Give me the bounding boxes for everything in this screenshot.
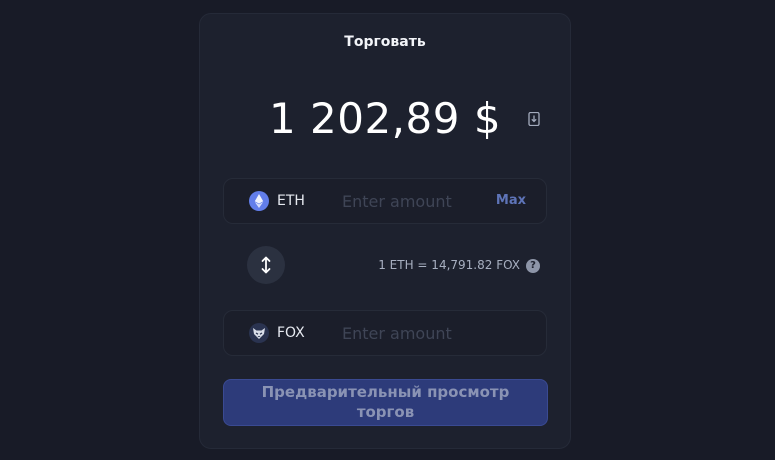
buy-asset-button[interactable]: FOX (249, 322, 305, 344)
toggle-currency-icon[interactable] (527, 111, 541, 127)
preview-button-line1: Предварительный просмотр (261, 383, 510, 401)
sell-asset-symbol: ETH (277, 193, 305, 209)
sell-asset-button[interactable]: ETH (249, 190, 305, 212)
sell-asset-row: ETH Max (223, 178, 547, 224)
fox-icon (249, 323, 269, 343)
fiat-amount-display: 1 202,89 $ (268, 94, 502, 143)
card-title: Торговать (344, 34, 426, 50)
exchange-rate: 1 ETH = 14,791.82 FOX (378, 258, 520, 272)
sell-amount-input[interactable] (342, 187, 492, 215)
buy-amount-input[interactable] (342, 319, 492, 347)
help-icon[interactable]: ? (526, 259, 540, 273)
eth-icon (249, 191, 269, 211)
buy-asset-row: FOX (223, 310, 547, 356)
trade-card: Торговать 1 202,89 $ ETH Ma (199, 13, 571, 449)
swap-arrows-icon (261, 256, 271, 274)
max-button[interactable]: Max (496, 193, 526, 208)
app-background: Торговать 1 202,89 $ ETH Ma (0, 0, 775, 460)
swap-direction-button[interactable] (247, 246, 285, 284)
preview-trade-button[interactable]: Предварительный просмотр торгов (223, 379, 548, 426)
preview-button-line2: торгов (356, 403, 415, 421)
buy-asset-symbol: FOX (277, 325, 305, 341)
